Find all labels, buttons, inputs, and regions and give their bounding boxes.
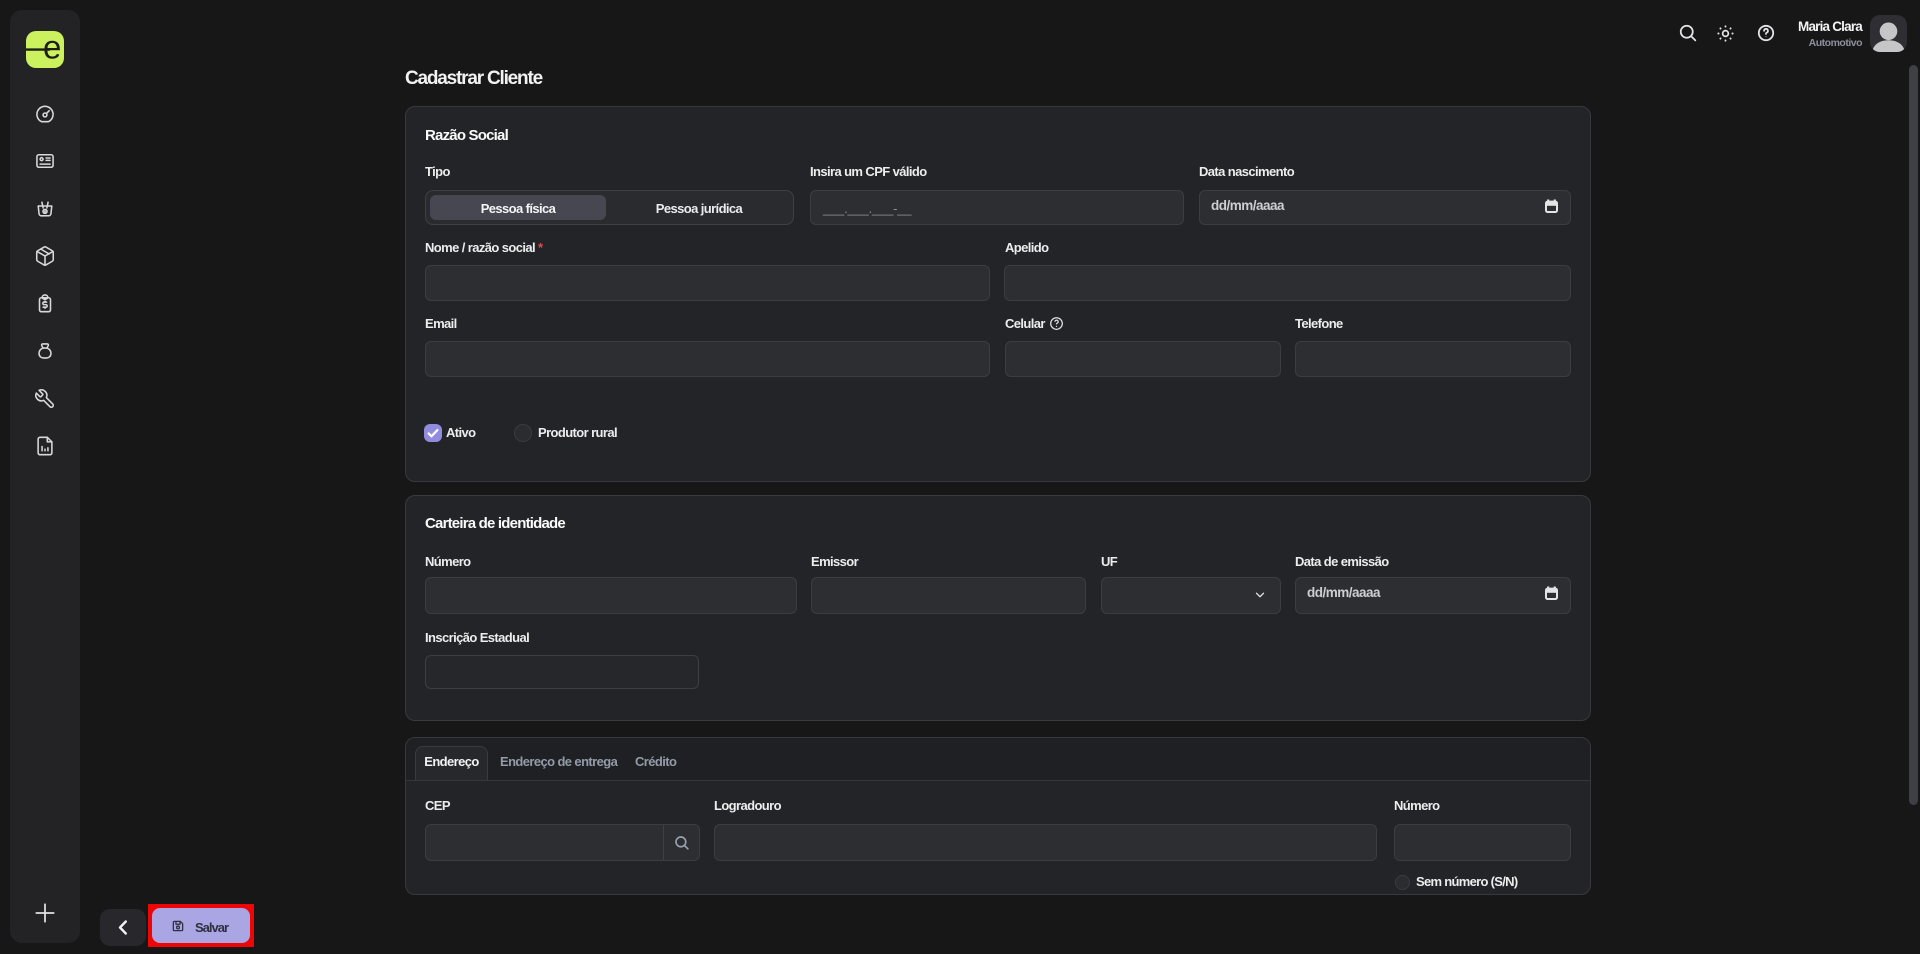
svg-text:e: e: [43, 31, 61, 66]
